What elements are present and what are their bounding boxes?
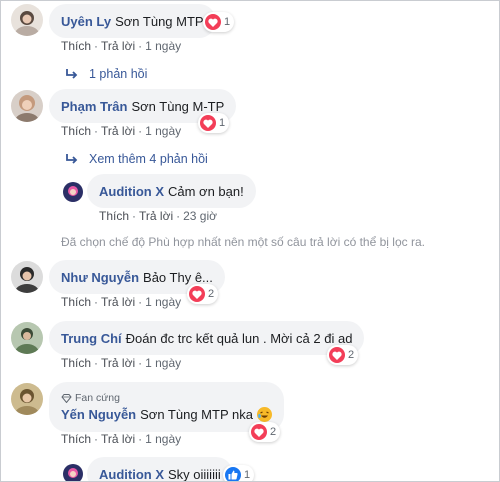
- view-replies-link[interactable]: 1 phản hồi: [65, 67, 147, 81]
- comment-actions: Thích · Trả lời · 1 ngày: [61, 432, 182, 446]
- thumbs-up-icon: [225, 467, 241, 481]
- reaction-count: 1: [244, 469, 251, 481]
- comment-actions: Thích · Trả lời · 1 ngày: [61, 295, 182, 309]
- reaction-badge[interactable]: 1: [223, 465, 255, 481]
- comment-bubble: Uyên Ly Sơn Tùng MTP: [49, 4, 216, 38]
- timestamp[interactable]: 1 ngày: [145, 39, 181, 53]
- comment-actions: Thích · Trả lời · 23 giờ: [99, 209, 217, 223]
- timestamp[interactable]: 1 ngày: [145, 295, 181, 309]
- reaction-badge[interactable]: 1: [198, 113, 230, 133]
- comment-author[interactable]: Yến Nguyễn: [61, 407, 136, 422]
- heart-icon: [205, 14, 221, 30]
- comment-text: Sky oiiiiiii: [168, 466, 221, 482]
- heart-icon: [189, 286, 205, 302]
- like-link[interactable]: Thích: [61, 432, 91, 446]
- comment-author[interactable]: Phạm Trân: [61, 99, 127, 114]
- heart-icon: [251, 424, 267, 440]
- comment-text: Bảo Thy ê...: [143, 269, 213, 285]
- reply-link[interactable]: Trả lời: [101, 356, 135, 370]
- view-replies-label: 1 phản hồi: [89, 67, 148, 81]
- reply-arrow-icon: [66, 69, 78, 79]
- comment-author[interactable]: Audition X: [99, 467, 164, 482]
- reaction-count: 2: [208, 288, 215, 300]
- comment-text: Sơn Tùng M-TP: [131, 98, 225, 114]
- reaction-count: 2: [348, 349, 355, 361]
- timestamp[interactable]: 1 ngày: [145, 124, 181, 138]
- reply-bubble: Audition X Sky oiiiiiii: [87, 457, 233, 482]
- comment-actions: Thích · Trả lời · 1 ngày: [61, 124, 182, 138]
- comment-text: Cảm ơn bạn!: [168, 183, 244, 199]
- avatar[interactable]: [11, 261, 43, 293]
- comment-bubble: Fan cứng Yến Nguyễn Sơn Tùng MTP nka: [49, 382, 284, 432]
- comment-author[interactable]: Trung Chí: [61, 331, 122, 346]
- heart-icon: [200, 115, 216, 131]
- reply-link[interactable]: Trả lời: [101, 124, 135, 138]
- comment-actions: Thích · Trả lời · 1 ngày: [61, 356, 182, 370]
- heart-icon: [329, 347, 345, 363]
- reaction-badge[interactable]: 2: [327, 345, 359, 365]
- timestamp[interactable]: 1 ngày: [145, 432, 181, 446]
- comment-author[interactable]: Uyên Ly: [61, 14, 111, 29]
- comment-actions: Thích · Trả lời · 1 ngày: [61, 39, 182, 53]
- diamond-icon: [61, 394, 72, 403]
- reaction-count: 2: [270, 426, 277, 438]
- laughing-emoji-icon: [256, 407, 272, 422]
- reply-link[interactable]: Trả lời: [139, 209, 173, 223]
- avatar[interactable]: [63, 464, 83, 481]
- view-more-replies-label: Xem thêm 4 phản hồi: [89, 152, 208, 166]
- like-link[interactable]: Thích: [99, 209, 129, 223]
- avatar[interactable]: [11, 383, 43, 415]
- comment-author[interactable]: Như Nguyễn: [61, 270, 139, 285]
- avatar[interactable]: [11, 322, 43, 354]
- fan-badge: Fan cứng: [61, 392, 120, 405]
- reaction-badge[interactable]: 2: [249, 422, 281, 442]
- fan-badge-label: Fan cứng: [75, 392, 120, 404]
- view-more-replies-link[interactable]: Xem thêm 4 phản hồi: [65, 152, 208, 166]
- timestamp[interactable]: 23 giờ: [183, 209, 217, 223]
- like-link[interactable]: Thích: [61, 39, 91, 53]
- reply-link[interactable]: Trả lời: [101, 39, 135, 53]
- comment-text: Sơn Tùng MTP nka: [140, 407, 253, 422]
- reply-bubble: Audition X Cảm ơn bạn!: [87, 174, 256, 208]
- comment-text: Đoán đc trc kết quả lun . Mời cả 2 đi ad: [125, 330, 353, 346]
- reaction-count: 1: [219, 117, 226, 129]
- reply-link[interactable]: Trả lời: [101, 432, 135, 446]
- timestamp[interactable]: 1 ngày: [145, 356, 181, 370]
- comment-section: Uyên Ly Sơn Tùng MTP 1 Thích · Trả lời · 1 n…: [0, 0, 500, 482]
- like-link[interactable]: Thích: [61, 295, 91, 309]
- avatar[interactable]: [11, 4, 43, 36]
- reply-arrow-icon: [66, 154, 78, 164]
- like-link[interactable]: Thích: [61, 356, 91, 370]
- filter-notice: Đã chọn chế độ Phù hợp nhất nên một số c…: [61, 235, 425, 249]
- comment-bubble: Trung Chí Đoán đc trc kết quả lun . Mời …: [49, 321, 365, 355]
- comment-author[interactable]: Audition X: [99, 184, 164, 199]
- like-link[interactable]: Thích: [61, 124, 91, 138]
- avatar[interactable]: [63, 182, 83, 202]
- reaction-badge[interactable]: 1: [203, 12, 235, 32]
- reaction-badge[interactable]: 2: [187, 284, 219, 304]
- reaction-count: 1: [224, 16, 231, 28]
- avatar[interactable]: [11, 90, 43, 122]
- comment-text: Sơn Tùng MTP: [115, 13, 204, 29]
- reply-link[interactable]: Trả lời: [101, 295, 135, 309]
